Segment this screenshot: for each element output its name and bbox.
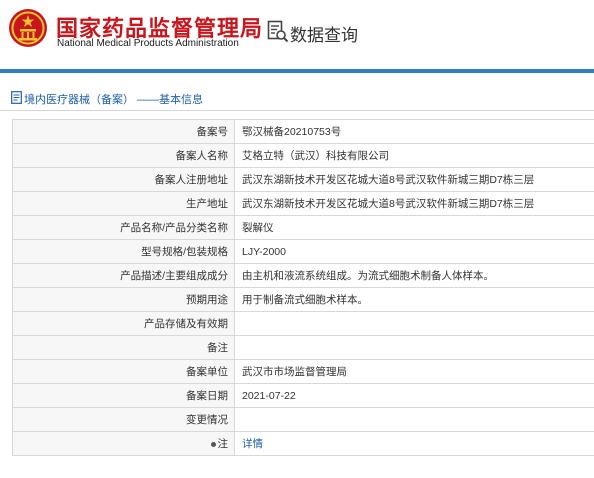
header-divider (0, 69, 594, 73)
table-row: 型号规格/包装规格 LJY-2000 (12, 239, 594, 264)
table-row: 产品名称/产品分类名称 裂解仪 (12, 215, 594, 240)
row-value: 鄂汉械备20210753号 (234, 119, 594, 144)
row-label: 变更情况 (12, 407, 235, 432)
row-value: 由主机和液流系统组成。为流式细胞术制备人体样本。 (234, 263, 594, 288)
site-header: 国家药品监督管理局 National Medical Products Admi… (0, 0, 594, 68)
note-value-cell: 详情 (234, 431, 594, 456)
bullet-icon (210, 441, 216, 447)
row-label: 备案号 (12, 119, 235, 144)
table-row: 备案日期 2021-07-22 (12, 383, 594, 408)
table-row: 生产地址 武汉东湖新技术开发区花城大道8号武汉软件新城三期D7栋三层 (12, 191, 594, 216)
table-row: 备案单位 武汉市市场监督管理局 (12, 359, 594, 384)
row-value: 2021-07-22 (234, 383, 594, 408)
row-value (234, 311, 594, 336)
table-row: 预期用途 用于制备流式细胞术样本。 (12, 287, 594, 312)
data-query-icon (267, 20, 289, 43)
row-label: 备注 (12, 335, 235, 360)
row-value: 艾格立特（武汉）科技有限公司 (234, 143, 594, 168)
record-detail-table: 备案号 鄂汉械备20210753号 备案人名称 艾格立特（武汉）科技有限公司 备… (12, 119, 594, 456)
row-value: 裂解仪 (234, 215, 594, 240)
row-label: 生产地址 (12, 191, 235, 216)
table-row: 备案号 鄂汉械备20210753号 (12, 119, 594, 144)
table-row: 产品描述/主要组成成分 由主机和液流系统组成。为流式细胞术制备人体样本。 (12, 263, 594, 288)
row-value: LJY-2000 (234, 239, 594, 264)
details-link[interactable]: 详情 (242, 438, 263, 450)
row-label: 备案人名称 (12, 143, 235, 168)
row-label: 产品存储及有效期 (12, 311, 235, 336)
row-value: 武汉东湖新技术开发区花城大道8号武汉软件新城三期D7栋三层 (234, 167, 594, 192)
table-row: 备案人名称 艾格立特（武汉）科技有限公司 (12, 143, 594, 168)
row-label: 备案人注册地址 (12, 167, 235, 192)
breadcrumb-text: 境内医疗器械（备案） ——基本信息 (24, 94, 204, 106)
national-emblem-icon (9, 9, 47, 47)
row-value: 武汉市市场监督管理局 (234, 359, 594, 384)
row-value (234, 335, 594, 360)
document-icon (11, 91, 22, 104)
row-label: 产品名称/产品分类名称 (12, 215, 235, 240)
page-title: 数据查询 (290, 26, 358, 45)
breadcrumb: 境内医疗器械（备案） ——基本信息 (0, 86, 594, 110)
note-label-cell: 注 (12, 431, 235, 456)
row-value: 用于制备流式细胞术样本。 (234, 287, 594, 312)
row-label: 产品描述/主要组成成分 (12, 263, 235, 288)
table-row-note: 注 详情 (12, 431, 594, 456)
row-value (234, 407, 594, 432)
row-value: 武汉东湖新技术开发区花城大道8号武汉软件新城三期D7栋三层 (234, 191, 594, 216)
note-label: 注 (217, 438, 229, 450)
breadcrumb-divider (0, 110, 594, 111)
row-label: 备案单位 (12, 359, 235, 384)
row-label: 型号规格/包装规格 (12, 239, 235, 264)
table-row: 产品存储及有效期 (12, 311, 594, 336)
org-name-en: National Medical Products Administration (57, 38, 239, 49)
row-label: 预期用途 (12, 287, 235, 312)
table-row: 备注 (12, 335, 594, 360)
row-label: 备案日期 (12, 383, 235, 408)
table-row: 备案人注册地址 武汉东湖新技术开发区花城大道8号武汉软件新城三期D7栋三层 (12, 167, 594, 192)
table-row: 变更情况 (12, 407, 594, 432)
